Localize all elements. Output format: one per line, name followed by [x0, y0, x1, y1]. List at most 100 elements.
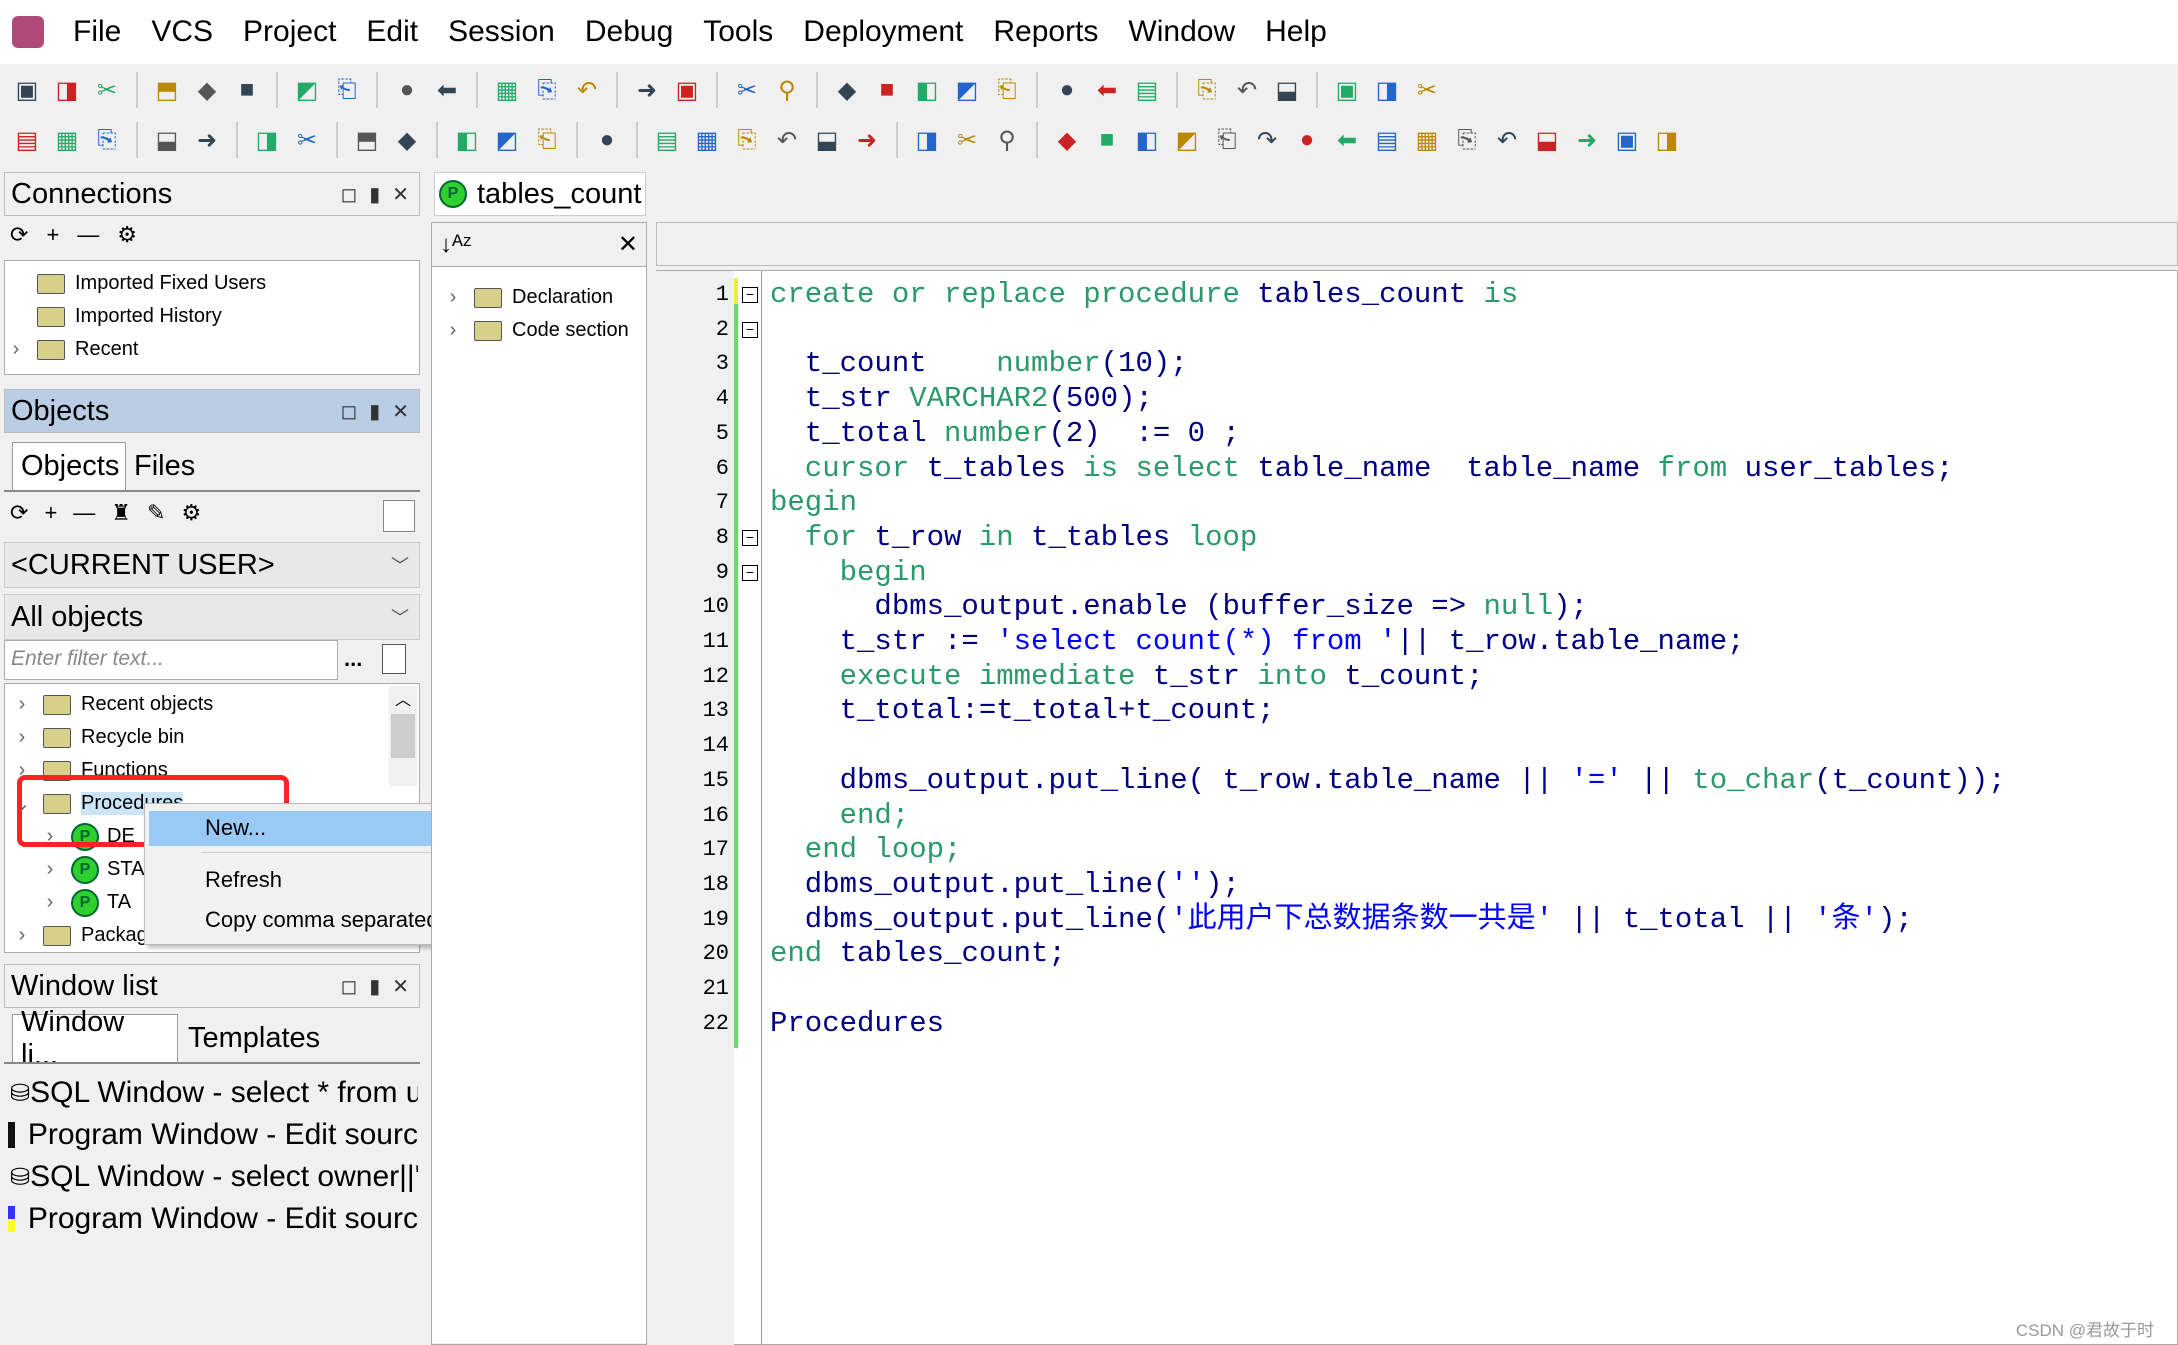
- window-list-item[interactable]: Program Window - Edit sourc: [4, 1115, 418, 1155]
- info-icon[interactable]: ✂: [1410, 73, 1444, 107]
- breakpoint-icon[interactable]: ▤: [650, 123, 684, 157]
- print-icon[interactable]: ◩: [290, 73, 324, 107]
- menu-window[interactable]: Window: [1113, 15, 1250, 49]
- menu-deployment[interactable]: Deployment: [788, 15, 978, 49]
- fold-collapse-icon[interactable]: −: [742, 287, 758, 303]
- menu-help[interactable]: Help: [1250, 15, 1342, 49]
- next-icon[interactable]: ➜: [1570, 123, 1604, 157]
- procedure-item[interactable]: › P STA: [39, 853, 144, 886]
- fold-collapse-icon[interactable]: −: [742, 321, 758, 338]
- paste-icon[interactable]: ↶: [570, 73, 604, 107]
- pause-icon[interactable]: ⎗: [1210, 123, 1244, 157]
- print-preview-icon[interactable]: ⎗: [330, 73, 364, 107]
- menu-item-refresh[interactable]: Refresh: [205, 863, 282, 897]
- sql-icon[interactable]: ✂: [290, 123, 324, 157]
- commit-icon[interactable]: ⬓: [150, 123, 184, 157]
- debug-icon[interactable]: ↶: [770, 123, 804, 157]
- window-list-item[interactable]: ⛁ SQL Window - select * from u: [4, 1073, 418, 1113]
- outline-item[interactable]: › Declaration: [442, 281, 614, 314]
- menu-file[interactable]: File: [58, 15, 136, 49]
- tab-objects[interactable]: Objects: [12, 442, 126, 490]
- fold-collapse-icon[interactable]: −: [742, 529, 758, 546]
- connection-item[interactable]: Imported History: [5, 300, 222, 333]
- save-all-icon[interactable]: ■: [230, 73, 264, 107]
- statistics-icon[interactable]: ◩: [490, 123, 524, 157]
- step-into-icon[interactable]: ◆: [1050, 123, 1084, 157]
- scrollbar[interactable]: ︿: [389, 686, 417, 786]
- open-icon[interactable]: ◨: [50, 73, 84, 107]
- editor-tab[interactable]: Ptables_count: [434, 172, 646, 216]
- replace-icon[interactable]: ▣: [670, 73, 704, 107]
- cut-icon[interactable]: ▦: [490, 73, 524, 107]
- chevron-right-icon[interactable]: ›: [11, 726, 33, 749]
- right-icon[interactable]: ⎘: [1450, 123, 1484, 157]
- find-icon[interactable]: ➜: [630, 73, 664, 107]
- procedure-item[interactable]: › P TA: [39, 886, 131, 919]
- refresh-icon[interactable]: ⟳: [10, 500, 28, 532]
- close-icon[interactable]: ✕: [392, 399, 409, 424]
- step-icon[interactable]: ➜: [850, 123, 884, 157]
- pin-icon[interactable]: ▮: [369, 399, 380, 424]
- last-icon[interactable]: ▣: [1610, 123, 1644, 157]
- up-icon[interactable]: ▤: [1370, 123, 1404, 157]
- menu-item-new[interactable]: New...: [205, 811, 266, 845]
- pin-icon[interactable]: ▮: [369, 974, 380, 999]
- float-icon[interactable]: ◻: [341, 182, 358, 207]
- import-icon[interactable]: ✂: [730, 73, 764, 107]
- compile-icon[interactable]: ▦: [50, 123, 84, 157]
- schema-icon[interactable]: ⬒: [350, 123, 384, 157]
- menu-item-copy-comma-separated[interactable]: Copy comma separated: [205, 903, 439, 937]
- window-list-item[interactable]: Program Window - Edit sourc: [4, 1199, 418, 1239]
- indent-icon[interactable]: ◆: [830, 73, 864, 107]
- checkbox[interactable]: [383, 500, 415, 532]
- properties-icon[interactable]: ⚙: [117, 222, 137, 248]
- rollback-icon[interactable]: ➜: [190, 123, 224, 157]
- mail-icon[interactable]: ⬓: [1530, 123, 1564, 157]
- window3-icon[interactable]: ▤: [1130, 73, 1164, 107]
- doc-icon[interactable]: ⎗: [990, 73, 1024, 107]
- pdf-icon[interactable]: ◩: [950, 73, 984, 107]
- user-select[interactable]: <CURRENT USER> ﹀: [4, 542, 420, 588]
- tab-templates[interactable]: Templates: [180, 1014, 330, 1062]
- tab-window-list[interactable]: Window li...: [12, 1006, 178, 1071]
- new-icon[interactable]: ▣: [10, 73, 44, 107]
- split-icon[interactable]: ⬓: [1270, 73, 1304, 107]
- move-icon[interactable]: ●: [1290, 123, 1324, 157]
- undo-icon[interactable]: ●: [390, 73, 424, 107]
- trace-icon[interactable]: ⬓: [810, 123, 844, 157]
- connection-item[interactable]: Imported Fixed Users: [5, 267, 266, 300]
- step-out-icon[interactable]: ◧: [1130, 123, 1164, 157]
- pdf-export-icon[interactable]: ◨: [1370, 73, 1404, 107]
- float-icon[interactable]: ◻: [341, 399, 358, 424]
- export-icon[interactable]: ⚲: [770, 73, 804, 107]
- add-icon[interactable]: +: [46, 222, 59, 248]
- menu-vcs[interactable]: VCS: [136, 15, 228, 49]
- chevron-right-icon[interactable]: ›: [11, 693, 33, 716]
- pin-icon[interactable]: ▮: [369, 182, 380, 207]
- window-icon[interactable]: ●: [1050, 73, 1084, 107]
- filter-icon[interactable]: ✎: [147, 500, 165, 532]
- exit-icon[interactable]: ⚲: [990, 123, 1024, 157]
- outline-item[interactable]: › Code section: [442, 314, 629, 347]
- add-icon[interactable]: +: [44, 500, 57, 532]
- eraser-icon[interactable]: ▦: [690, 123, 724, 157]
- remove-icon[interactable]: —: [73, 500, 95, 532]
- save-as-icon[interactable]: ◆: [190, 73, 224, 107]
- close-icon[interactable]: ✕: [618, 230, 638, 259]
- refresh-icon[interactable]: ◆: [390, 123, 424, 157]
- window2-icon[interactable]: ⬅: [1090, 73, 1124, 107]
- refresh-icon[interactable]: ⟳: [10, 222, 28, 248]
- menu-reports[interactable]: Reports: [978, 15, 1113, 49]
- float-icon[interactable]: ◻: [341, 974, 358, 999]
- menu-tools[interactable]: Tools: [688, 15, 788, 49]
- left-icon[interactable]: ▦: [1410, 123, 1444, 157]
- object-type-select[interactable]: All objects ﹀: [4, 594, 420, 640]
- explain-icon[interactable]: ◧: [450, 123, 484, 157]
- print-setup-icon[interactable]: ✂: [90, 73, 124, 107]
- tree-folder-recycle-bin[interactable]: › Recycle bin: [11, 721, 185, 754]
- tree-folder-recent-objects[interactable]: › Recent objects: [11, 688, 214, 721]
- share-icon[interactable]: ↶: [1490, 123, 1524, 157]
- redo-icon[interactable]: ⬅: [430, 73, 464, 107]
- run-to-icon[interactable]: ◩: [1170, 123, 1204, 157]
- down-icon[interactable]: ⬅: [1330, 123, 1364, 157]
